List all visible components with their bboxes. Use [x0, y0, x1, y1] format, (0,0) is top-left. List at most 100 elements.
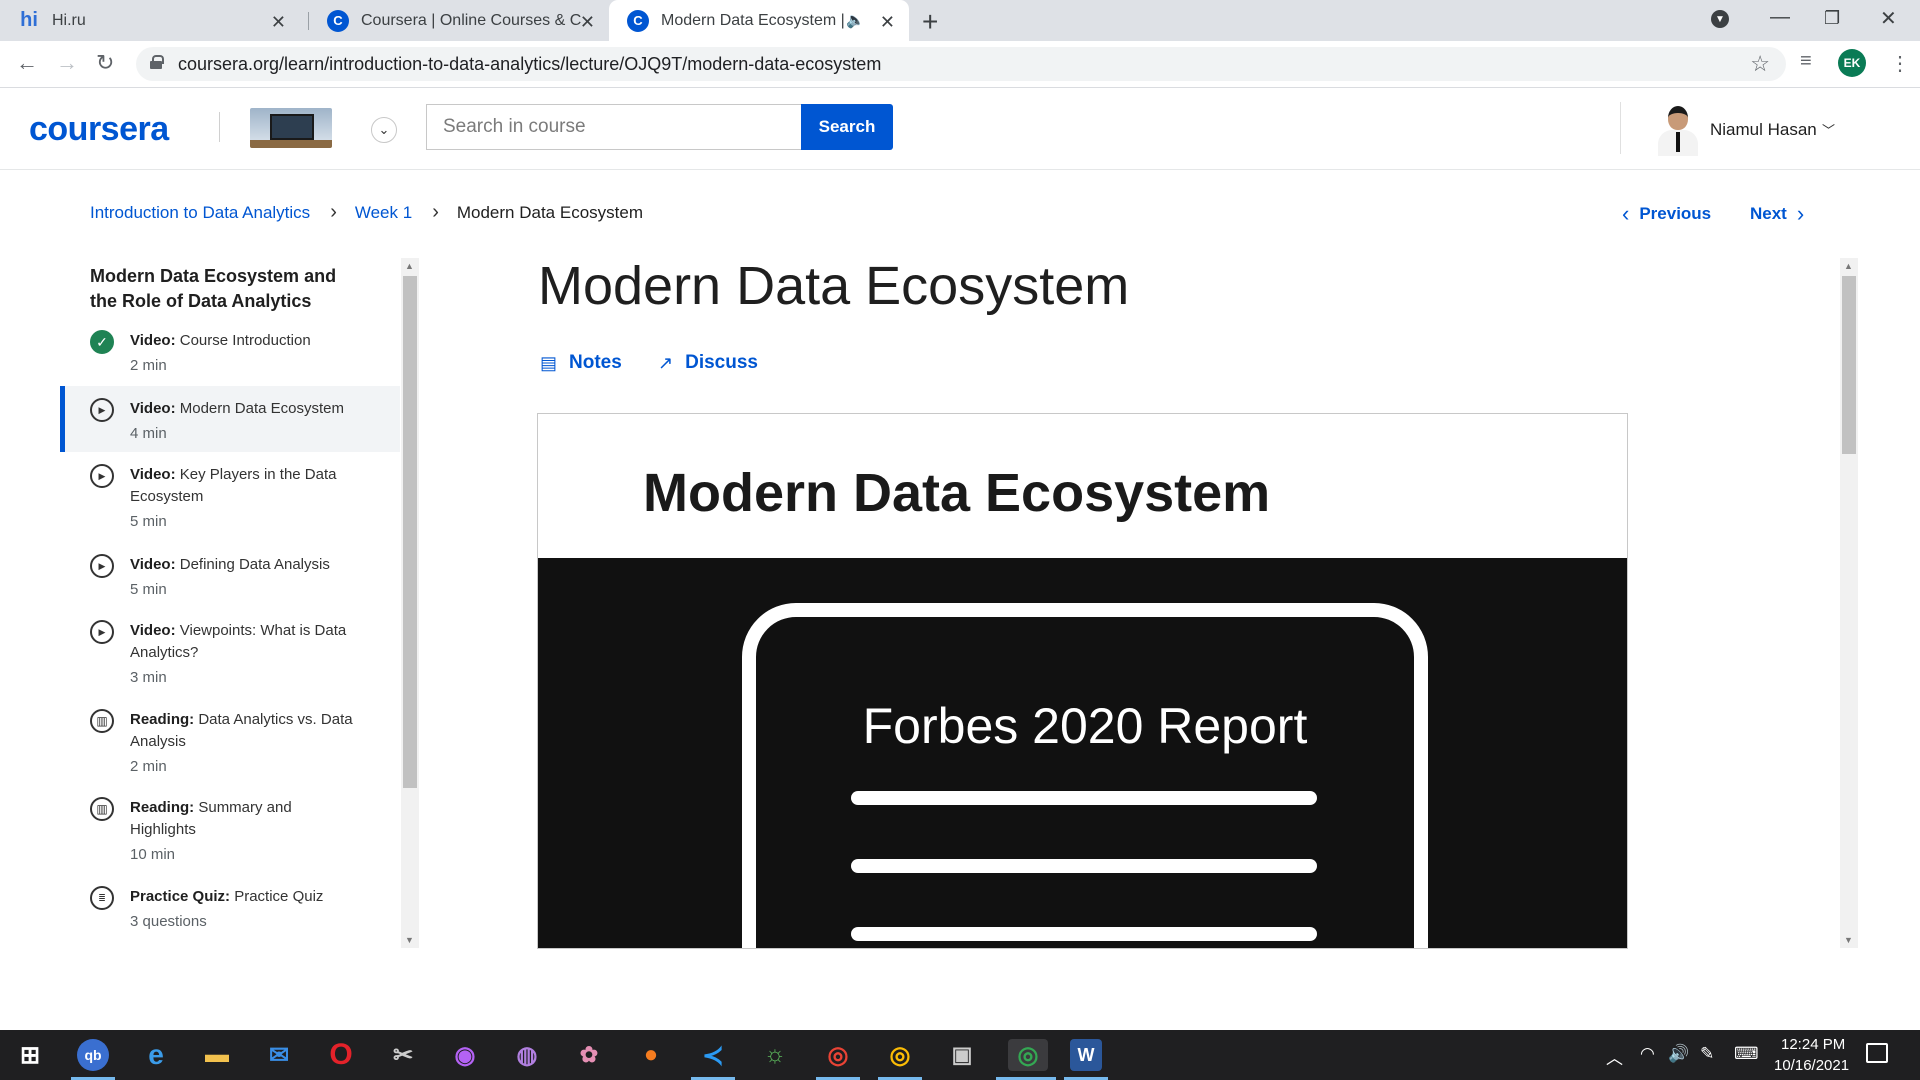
chevron-left-icon: ‹ — [1622, 201, 1630, 226]
quiz-icon: ≣ — [90, 886, 114, 910]
scroll-down-icon[interactable]: ▼ — [1844, 935, 1853, 945]
back-icon[interactable]: ← — [16, 50, 38, 76]
bookmark-star-icon[interactable]: ☆ — [1750, 51, 1770, 77]
report-title: Forbes 2020 Report — [862, 698, 1308, 754]
chrome-icon[interactable]: ◎ — [822, 1039, 854, 1071]
course-thumbnail[interactable] — [250, 108, 332, 148]
sidebar-scrollbar[interactable]: ▲ ▼ — [401, 258, 419, 948]
course-dropdown-chevron-icon[interactable]: ⌄ — [371, 117, 397, 143]
item-type: Video: — [130, 400, 176, 417]
next-label: Next — [1750, 204, 1787, 223]
notes-button[interactable]: ▤ Notes — [540, 352, 622, 374]
laptop-image — [270, 114, 314, 140]
qbittorrent-icon[interactable]: qb — [77, 1039, 109, 1071]
scroll-down-icon[interactable]: ▼ — [405, 935, 414, 945]
coursera-logo[interactable]: coursera — [29, 110, 169, 149]
file-explorer-icon[interactable]: ▬ — [201, 1039, 233, 1071]
scroll-up-icon[interactable]: ▲ — [405, 261, 414, 271]
outline-item-key-players[interactable]: ▶ Video: Key Players in the Data Ecosyst… — [60, 464, 370, 533]
github-desktop-icon[interactable]: ◍ — [511, 1039, 543, 1071]
search-button[interactable]: Search — [801, 104, 893, 150]
item-duration: 5 min — [130, 513, 167, 530]
book-icon: ▥ — [90, 709, 114, 733]
tab-modern-data-ecosystem[interactable]: C Modern Data Ecosystem | Co 🔈 ✕ — [609, 0, 909, 41]
site-header: coursera ⌄ Search Niamul Hasan ﹀ — [0, 88, 1920, 170]
browser-menu-icon[interactable]: ⋮ — [1890, 51, 1910, 76]
item-title: Practice Quiz — [234, 888, 324, 905]
minimize-icon[interactable]: — — [1770, 6, 1790, 29]
reading-list-icon[interactable]: ≡ — [1800, 50, 1812, 73]
user-avatar[interactable] — [1655, 104, 1701, 156]
page-scroll-thumb[interactable] — [1842, 276, 1856, 454]
chrome-profile-icon[interactable]: ◎ — [884, 1039, 916, 1071]
next-button[interactable]: Next › — [1750, 201, 1814, 227]
tab-hiru[interactable]: hi Hi.ru ✕ — [0, 0, 300, 41]
edge-icon[interactable]: e — [140, 1039, 172, 1071]
tab-coursera-home[interactable]: C Coursera | Online Courses & Cred ✕ — [309, 0, 609, 41]
url-text: coursera.org/learn/introduction-to-data-… — [178, 54, 882, 74]
outline-item-defining-data-analysis[interactable]: ▶ Video: Defining Data Analysis 5 min — [60, 554, 400, 601]
breadcrumb-week-link[interactable]: Week 1 — [355, 203, 412, 223]
window-close-icon[interactable]: ✕ — [1880, 6, 1897, 31]
vscode-icon[interactable]: ≺ — [697, 1039, 729, 1071]
profile-avatar[interactable]: EK — [1838, 49, 1866, 77]
forward-icon[interactable]: → — [56, 50, 78, 76]
keyboard-icon[interactable]: ⌨ — [1734, 1044, 1759, 1064]
snipping-tool-icon[interactable]: ✂ — [387, 1039, 419, 1071]
chevron-right-icon: › — [330, 201, 337, 223]
speaker-audio-icon[interactable]: 🔈 — [846, 11, 865, 29]
opera-icon[interactable]: O — [325, 1038, 357, 1071]
outline-item-analytics-vs-analysis[interactable]: ▥ Reading: Data Analytics vs. Data Analy… — [60, 709, 370, 778]
close-tab-icon[interactable]: ✕ — [880, 12, 895, 33]
page-scrollbar[interactable]: ▲ ▼ — [1840, 258, 1858, 948]
header-divider — [1620, 102, 1621, 154]
lecture-title: Modern Data Ecosystem — [538, 256, 1130, 316]
notes-label: Notes — [569, 352, 622, 373]
sidebar-scroll-thumb[interactable] — [403, 276, 417, 788]
tab-search-icon[interactable]: ▼ — [1711, 10, 1729, 28]
word-icon[interactable]: W — [1070, 1039, 1102, 1071]
video-player[interactable]: Modern Data Ecosystem Forbes 2020 Report — [537, 413, 1628, 949]
tray-expand-icon[interactable]: ︿ — [1606, 1044, 1623, 1069]
wifi-icon[interactable]: ◠ — [1640, 1044, 1655, 1064]
reload-icon[interactable]: ↻ — [96, 50, 114, 76]
coursera-favicon-icon: C — [627, 9, 649, 32]
clock-time[interactable]: 12:24 PM — [1781, 1036, 1845, 1053]
discuss-button[interactable]: ↗ Discuss — [658, 352, 758, 374]
chrome-active-icon[interactable]: ◎ — [1008, 1039, 1048, 1071]
restore-icon[interactable]: ❐ — [1824, 8, 1840, 29]
breadcrumb: Introduction to Data Analytics › Week 1 … — [90, 201, 643, 224]
outline-item-course-introduction[interactable]: ✓ Video: Course Introduction 2 min — [60, 330, 400, 377]
user-menu-chevron-icon[interactable]: ﹀ — [1822, 120, 1835, 139]
outline-item-modern-data-ecosystem[interactable]: ▶ Video: Modern Data Ecosystem 4 min — [60, 386, 400, 452]
lock-icon — [150, 55, 164, 69]
outline-item-viewpoints[interactable]: ▶ Video: Viewpoints: What is Data Analyt… — [60, 620, 370, 689]
notification-center-icon[interactable] — [1866, 1043, 1888, 1063]
item-type: Video: — [130, 622, 176, 639]
url-field[interactable]: coursera.org/learn/introduction-to-data-… — [136, 47, 1786, 81]
user-name[interactable]: Niamul Hasan — [1710, 120, 1817, 140]
network-app-icon[interactable]: ☼ — [759, 1039, 791, 1071]
new-tab-icon[interactable]: + — [922, 6, 938, 38]
item-title: Defining Data Analysis — [179, 556, 330, 573]
item-type: Reading: — [130, 711, 195, 728]
outline-item-summary-highlights[interactable]: ▥ Reading: Summary and Highlights 10 min — [60, 797, 360, 866]
outline-item-practice-quiz[interactable]: ≣ Practice Quiz: Practice Quiz 3 questio… — [60, 886, 400, 933]
windows-start-icon[interactable]: ⊞ — [14, 1039, 46, 1071]
avatar-tie — [1676, 132, 1680, 152]
messenger-icon[interactable]: ◉ — [449, 1039, 481, 1071]
close-tab-icon[interactable]: ✕ — [580, 12, 595, 33]
mail-icon[interactable]: ✉ — [263, 1039, 295, 1071]
breadcrumb-course-link[interactable]: Introduction to Data Analytics — [90, 203, 310, 223]
volume-icon[interactable]: 🔊 — [1668, 1044, 1689, 1064]
item-type: Video: — [130, 332, 176, 349]
close-tab-icon[interactable]: ✕ — [271, 12, 286, 33]
clock-date[interactable]: 10/16/2021 — [1774, 1057, 1849, 1074]
pen-icon[interactable]: ✎ — [1700, 1044, 1714, 1064]
scroll-up-icon[interactable]: ▲ — [1844, 261, 1853, 271]
firefox-icon[interactable]: ● — [635, 1039, 667, 1071]
paint-icon[interactable]: ✿ — [573, 1039, 605, 1071]
course-search-input[interactable] — [426, 104, 802, 150]
previous-button[interactable]: ‹ Previous — [1612, 201, 1711, 227]
terminal-icon[interactable]: ▣ — [946, 1039, 978, 1071]
